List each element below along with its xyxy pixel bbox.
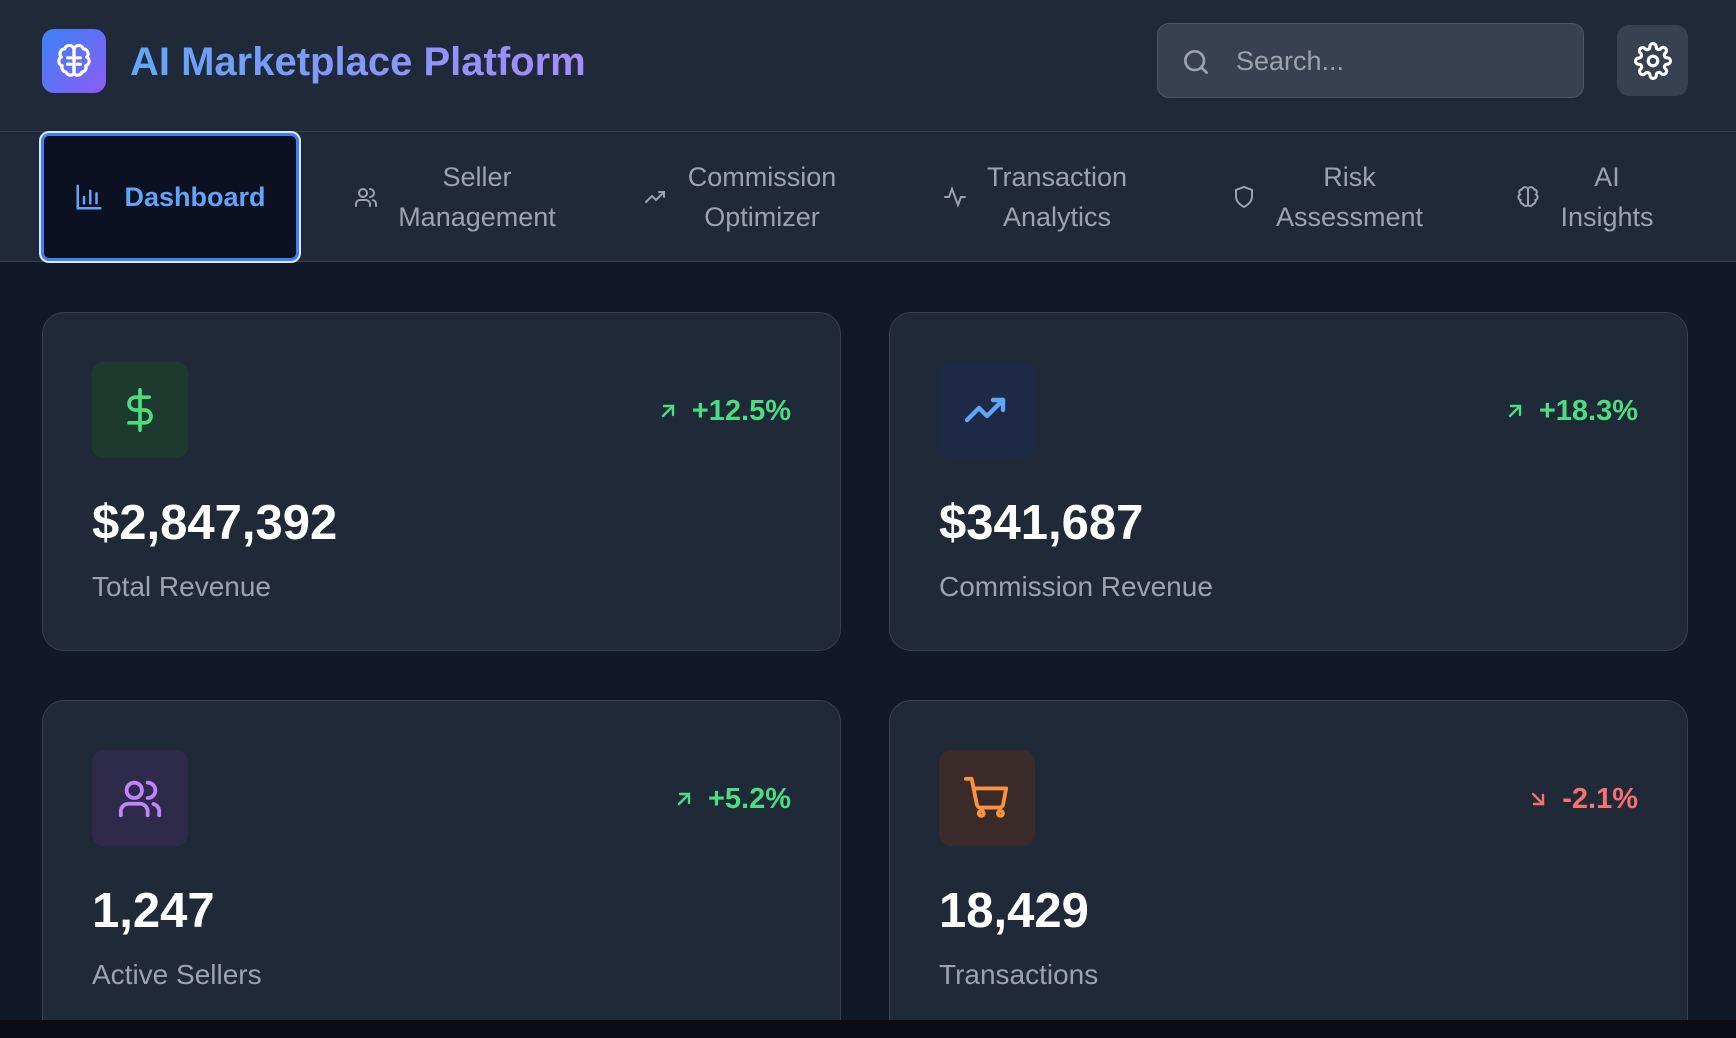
- tab-commission-optimizer[interactable]: Commission Optimizer: [620, 132, 860, 262]
- app-window: AI Marketplace Platform Dashboard S: [0, 0, 1736, 1020]
- trending-up-icon: [644, 191, 665, 203]
- main-tabs: Dashboard Seller Management Commission O…: [0, 132, 1736, 262]
- shopping-cart-icon: [939, 750, 1035, 846]
- arrow-up-right-icon: [677, 792, 691, 806]
- stat-label: Total Revenue: [92, 571, 272, 602]
- dollar-icon: [92, 362, 188, 458]
- trend-delta: +12.5%: [656, 391, 791, 431]
- search-icon: [1184, 50, 1208, 74]
- tab-label: AI Insights: [1560, 162, 1654, 232]
- stat-card-active-sellers: +5.2% 1,247 Active Sellers: [42, 700, 841, 1020]
- bar-chart-icon: [76, 184, 102, 210]
- trending-up-icon: [939, 362, 1035, 458]
- users-icon: [355, 188, 378, 207]
- gear-icon: [1633, 41, 1672, 80]
- tab-label: Commission Optimizer: [687, 162, 837, 232]
- top-header: AI Marketplace Platform: [0, 0, 1736, 132]
- tab-label: Transaction Analytics: [986, 162, 1128, 232]
- tab-dashboard[interactable]: Dashboard: [41, 133, 299, 261]
- stat-value: 1,247: [92, 884, 215, 938]
- search-box[interactable]: [1157, 23, 1584, 98]
- tab-seller-management[interactable]: Seller Management: [330, 132, 580, 262]
- delta-value: +5.2%: [707, 782, 791, 815]
- tab-ai-insights[interactable]: AI Insights: [1495, 132, 1675, 262]
- users-icon: [92, 750, 188, 846]
- search-input[interactable]: [1236, 34, 1566, 88]
- stat-label: Transactions: [939, 959, 1099, 990]
- stat-card-total-revenue: +12.5% $2,847,392 Total Revenue: [42, 312, 841, 651]
- arrow-up-right-icon: [1508, 404, 1522, 418]
- stat-value: $2,847,392: [92, 496, 338, 550]
- window-bottom-edge: [0, 1020, 1736, 1038]
- stat-label: Commission Revenue: [939, 571, 1213, 602]
- arrow-up-right-icon: [661, 404, 675, 418]
- stat-card-commission-revenue: +18.3% $341,687 Commission Revenue: [889, 312, 1688, 651]
- shield-icon: [1234, 185, 1253, 209]
- stat-value: 18,429: [939, 884, 1089, 938]
- brain-icon: [42, 29, 106, 93]
- delta-value: -2.1%: [1562, 782, 1638, 815]
- brain-icon: [1517, 186, 1540, 207]
- trend-delta: -2.1%: [1526, 779, 1638, 819]
- delta-value: +12.5%: [691, 394, 791, 427]
- settings-button[interactable]: [1617, 25, 1688, 96]
- tab-label: Seller Management: [398, 162, 556, 232]
- delta-value: +18.3%: [1538, 394, 1638, 427]
- app-title: AI Marketplace Platform: [130, 40, 586, 84]
- tab-transaction-analytics[interactable]: Transaction Analytics: [920, 132, 1150, 262]
- stat-value: $341,687: [939, 496, 1144, 550]
- trend-delta: +18.3%: [1503, 391, 1638, 431]
- stat-card-transactions: -2.1% 18,429 Transactions: [889, 700, 1688, 1020]
- activity-icon: [943, 186, 966, 208]
- tab-label: Risk Assessment: [1275, 162, 1424, 232]
- trend-delta: +5.2%: [672, 779, 791, 819]
- tab-risk-assessment[interactable]: Risk Assessment: [1215, 132, 1440, 262]
- stat-label: Active Sellers: [92, 959, 262, 990]
- tab-label: Dashboard: [124, 182, 266, 212]
- arrow-down-right-icon: [1532, 792, 1545, 806]
